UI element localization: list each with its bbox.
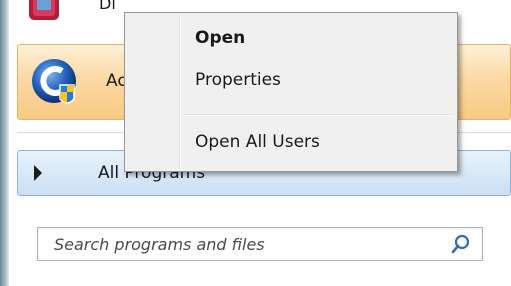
context-menu: Open Properties Open All Users — [124, 12, 458, 172]
menu-item-label: Open All Users — [195, 132, 320, 152]
menu-item-label: Properties — [195, 70, 281, 90]
search-input[interactable]: Search programs and files — [37, 227, 483, 261]
menu-separator — [185, 114, 453, 116]
menu-item-label: Open — [195, 28, 246, 48]
arrow-right-icon — [34, 165, 42, 181]
menu-item-properties[interactable]: Properties — [127, 65, 455, 97]
search-placeholder: Search programs and files — [54, 235, 265, 254]
program-item-label: Di — [99, 0, 116, 13]
menu-item-open[interactable]: Open — [127, 23, 455, 55]
shield-app-icon — [32, 59, 76, 104]
menu-item-open-all-users[interactable]: Open All Users — [127, 127, 455, 159]
taskbar-edge — [0, 0, 9, 286]
search-icon[interactable] — [450, 233, 472, 255]
program-app-icon — [29, 0, 59, 20]
